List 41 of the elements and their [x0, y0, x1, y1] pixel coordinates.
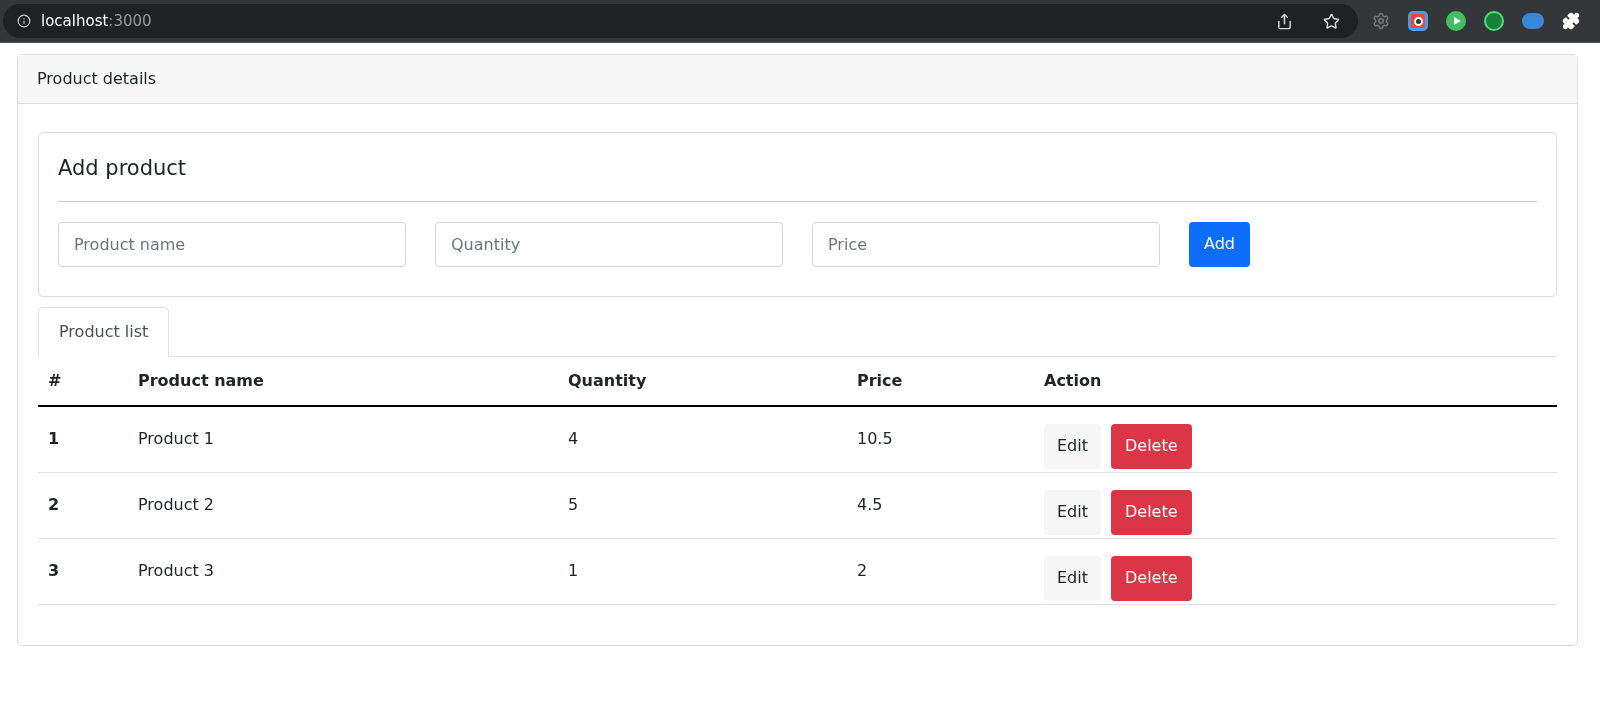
add-product-title: Add product	[58, 153, 1537, 202]
input-field[interactable]: Product name	[58, 221, 406, 267]
table-cell: Product 1	[138, 429, 214, 448]
table-cell: 1	[568, 561, 579, 580]
tab[interactable]: Product list	[38, 306, 170, 357]
column-header: Quantity	[568, 370, 647, 390]
share-icon[interactable]	[1276, 12, 1293, 30]
edit-button[interactable]: Edit	[1044, 489, 1101, 535]
address-bar[interactable]: localhost:3000	[3, 4, 1358, 38]
table-cell: 5	[568, 495, 579, 514]
row-number: 3	[48, 561, 60, 580]
delete-button[interactable]: Delete	[1111, 555, 1192, 601]
table-cell: 4	[568, 429, 579, 448]
table-cell: 10.5	[857, 429, 893, 448]
input-field[interactable]: Quantity	[435, 221, 783, 267]
add-button[interactable]: Add	[1189, 221, 1250, 267]
input-field[interactable]: Price	[812, 221, 1160, 267]
gear-icon[interactable]	[1372, 12, 1390, 30]
edit-button[interactable]: Edit	[1044, 423, 1101, 469]
cloud-extension-icon[interactable]	[1522, 13, 1544, 29]
column-header: Action	[1044, 370, 1102, 390]
url-text: localhost:3000	[41, 10, 152, 32]
row-number: 1	[48, 429, 60, 448]
column-header: Price	[857, 370, 903, 390]
delete-button[interactable]: Delete	[1111, 489, 1192, 535]
column-header: Product name	[138, 370, 264, 390]
table-cell: 2	[857, 561, 868, 580]
round-extension-icon[interactable]	[1484, 11, 1504, 31]
bookmark-star-icon[interactable]	[1323, 12, 1340, 30]
extensions-puzzle-icon[interactable]	[1562, 12, 1580, 30]
play-extension-icon[interactable]	[1446, 11, 1466, 31]
row-number: 2	[48, 495, 60, 514]
info-icon[interactable]	[17, 14, 31, 28]
edit-button[interactable]: Edit	[1044, 555, 1101, 601]
table-cell: 4.5	[857, 495, 883, 514]
table-cell: Product 2	[138, 495, 214, 514]
table-cell: Product 3	[138, 561, 214, 580]
column-header: #	[48, 370, 62, 390]
card-title: Product details	[37, 68, 157, 90]
camera-extension-icon[interactable]	[1408, 11, 1428, 31]
delete-button[interactable]: Delete	[1111, 423, 1192, 469]
